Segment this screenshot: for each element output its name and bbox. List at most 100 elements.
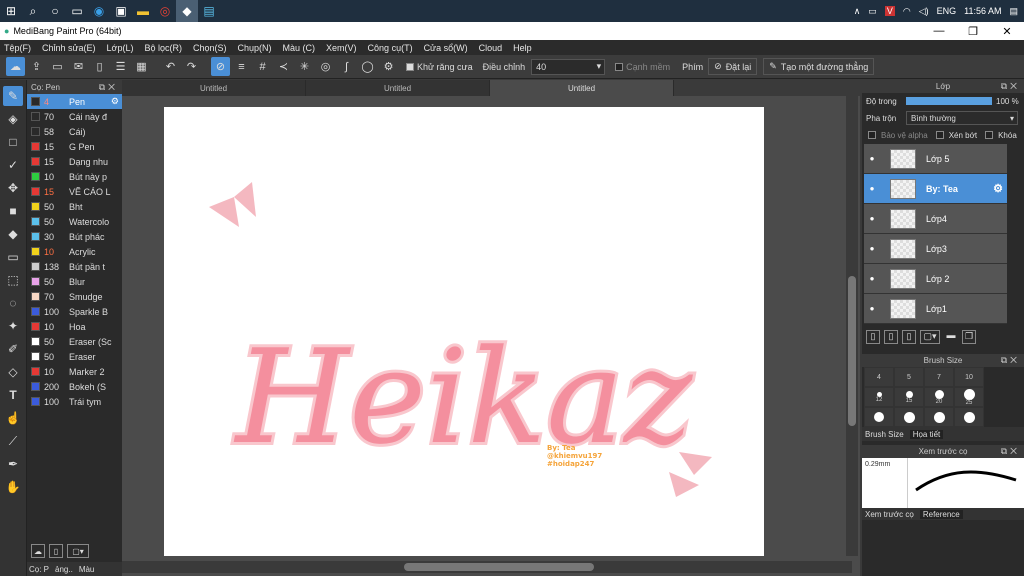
tab-brush-preview[interactable]: Xem trước cọ xyxy=(865,510,914,519)
visibility-eye-icon[interactable]: ● xyxy=(864,154,880,163)
protect-alpha-checkbox[interactable] xyxy=(868,131,876,139)
brush-size-cell[interactable]: 15 xyxy=(894,387,924,407)
vertical-scrollbar[interactable] xyxy=(846,96,858,556)
gradient-tool-icon[interactable]: ▭ xyxy=(3,247,23,267)
no-snap-icon[interactable]: ⊘ xyxy=(211,57,230,76)
new-1bit-layer-icon[interactable]: ▯ xyxy=(902,330,916,344)
pictures-app-icon[interactable]: ▤ xyxy=(198,0,220,22)
parallel-snap-icon[interactable]: ≡ xyxy=(232,57,251,76)
opacity-slider[interactable] xyxy=(906,97,992,105)
menu-help[interactable]: Help xyxy=(513,43,532,53)
wifi-icon[interactable]: ◠ xyxy=(903,6,911,17)
antialias-option[interactable]: Khử răng cưa xyxy=(406,62,473,72)
brush-item[interactable]: 15 G Pen xyxy=(27,139,122,154)
tab-color[interactable]: Màu xyxy=(79,565,95,574)
menu-cloud[interactable]: Cloud xyxy=(479,43,503,53)
bucket-tool-icon[interactable]: ◆ xyxy=(3,224,23,244)
tab-reference[interactable]: Reference xyxy=(919,509,963,519)
new-brush-icon[interactable]: ▯ xyxy=(49,544,63,558)
panel-controls-icon[interactable]: ⧉✕ xyxy=(1001,446,1020,457)
blend-select[interactable]: Bình thường ▾ xyxy=(906,111,1018,125)
lasso-tool-icon[interactable]: ◌ xyxy=(3,293,23,313)
brush-item[interactable]: 138 Bút pần t xyxy=(27,259,122,274)
brush-size-cell[interactable]: 7 xyxy=(924,367,954,387)
lock-checkbox[interactable] xyxy=(985,131,994,139)
brush-size-cell[interactable] xyxy=(894,407,924,427)
circle-snap-icon[interactable]: ◎ xyxy=(316,57,335,76)
brush-item[interactable]: 50 Eraser xyxy=(27,349,122,364)
brush-size-cell[interactable]: 20 xyxy=(924,387,954,407)
layer-row[interactable]: ● Lớp4 xyxy=(864,204,1007,234)
brush-size-cell[interactable]: 10 xyxy=(954,367,984,387)
visibility-eye-icon[interactable]: ● xyxy=(864,304,880,313)
battery-icon[interactable]: ▭ xyxy=(868,6,877,17)
antialias-checkbox[interactable] xyxy=(406,62,414,71)
brush-item[interactable]: 70 Smudge xyxy=(27,289,122,304)
brush-item[interactable]: 10 Marker 2 xyxy=(27,364,122,379)
minimize-icon[interactable]: — xyxy=(922,25,956,38)
brush-item[interactable]: 50 Watercolo xyxy=(27,214,122,229)
hand-tool-icon[interactable]: ✋ xyxy=(3,477,23,497)
brush-item[interactable]: 50 Bht xyxy=(27,199,122,214)
operation-tool-icon[interactable]: ☝ xyxy=(3,408,23,428)
clip-checkbox[interactable] xyxy=(935,131,944,139)
layer-row[interactable]: ● Lớp3 xyxy=(864,234,1007,264)
radial-snap-icon[interactable]: ✳ xyxy=(295,57,314,76)
menu-window[interactable]: Cửa sổ(W) xyxy=(424,43,468,53)
volume-icon[interactable]: ◁) xyxy=(919,6,929,17)
menu-file[interactable]: Tệp(F) xyxy=(4,43,31,53)
menu-filter[interactable]: Bộ lọc(R) xyxy=(144,43,182,53)
explorer-icon[interactable]: ▬ xyxy=(132,0,154,22)
tab-brush-size[interactable]: Brush Size xyxy=(865,430,904,439)
dot-tool-icon[interactable]: ✓ xyxy=(3,155,23,175)
eyedropper-tool-icon[interactable]: ✒ xyxy=(3,454,23,474)
clock[interactable]: 11:56 AM xyxy=(964,6,1001,16)
shape-tool-icon[interactable]: □ xyxy=(3,132,23,152)
tab-palette[interactable]: ảng.. xyxy=(55,565,73,574)
export-icon[interactable]: ⇪ xyxy=(27,57,46,76)
menu-layer[interactable]: Lớp(L) xyxy=(107,43,134,53)
windows-start-icon[interactable]: ⊞ xyxy=(0,0,22,22)
brush-size-cell[interactable] xyxy=(864,407,894,427)
vanishing-snap-icon[interactable]: ≺ xyxy=(274,57,293,76)
menu-edit[interactable]: Chỉnh sửa(E) xyxy=(42,43,96,53)
add-brush-icon[interactable]: ▢▾ xyxy=(67,544,89,558)
add-layer-menu-icon[interactable]: ▢▾ xyxy=(920,330,940,344)
brush-size-cell[interactable] xyxy=(954,407,984,427)
tab-brush[interactable]: Cọ: P xyxy=(29,565,49,574)
list-icon[interactable]: ☰ xyxy=(111,57,130,76)
scroll-thumb[interactable] xyxy=(848,276,856,426)
cortana-icon[interactable]: ○ xyxy=(44,0,66,22)
brush-item[interactable]: 15 Dạng nhu xyxy=(27,154,122,169)
gear-icon[interactable]: ⚙ xyxy=(111,96,122,107)
folder-icon[interactable]: ▬ xyxy=(944,330,958,344)
divide-tool-icon[interactable]: ⟋ xyxy=(3,431,23,451)
gear-icon[interactable]: ⚙ xyxy=(993,182,1007,195)
new-layer-icon[interactable]: ▯ xyxy=(866,330,880,344)
brush-size-cell[interactable]: 5 xyxy=(894,367,924,387)
document-tab[interactable]: Untitled xyxy=(306,80,490,96)
brush-item[interactable]: 50 Eraser (Sc xyxy=(27,334,122,349)
brush-item[interactable]: 10 Hoa xyxy=(27,319,122,334)
adjust-select[interactable]: 40 ▾ xyxy=(531,58,606,75)
grid-icon[interactable]: ▦ xyxy=(132,57,151,76)
eraser-tool-icon[interactable]: ◈ xyxy=(3,109,23,129)
chrome-icon[interactable]: ◎ xyxy=(154,0,176,22)
visibility-eye-icon[interactable]: ● xyxy=(864,214,880,223)
select-eraser-tool-icon[interactable]: ◇ xyxy=(3,362,23,382)
reset-button[interactable]: ⊘ Đặt lại xyxy=(708,58,758,75)
soft-edge-checkbox[interactable] xyxy=(615,62,624,71)
brush-item[interactable]: 100 Trái tym xyxy=(27,394,122,409)
brush-size-cell[interactable]: 12 xyxy=(864,387,894,407)
edge-icon[interactable]: ◉ xyxy=(88,0,110,22)
brush-tool-icon[interactable]: ✎ xyxy=(3,86,23,106)
ellipse-snap-icon[interactable]: ◯ xyxy=(358,57,377,76)
new-8bit-layer-icon[interactable]: ▯ xyxy=(884,330,898,344)
brush-item[interactable]: 4 Pen ⚙ xyxy=(27,94,122,109)
panel-controls-icon[interactable]: ⧉✕ xyxy=(1001,355,1020,366)
menu-tools[interactable]: Công cụ(T) xyxy=(368,43,413,53)
fill-rect-tool-icon[interactable]: ■ xyxy=(3,201,23,221)
task-view-icon[interactable]: ▭ xyxy=(66,0,88,22)
panel-controls-icon[interactable]: ⧉✕ xyxy=(99,82,118,93)
undo-icon[interactable]: ↶ xyxy=(161,57,180,76)
